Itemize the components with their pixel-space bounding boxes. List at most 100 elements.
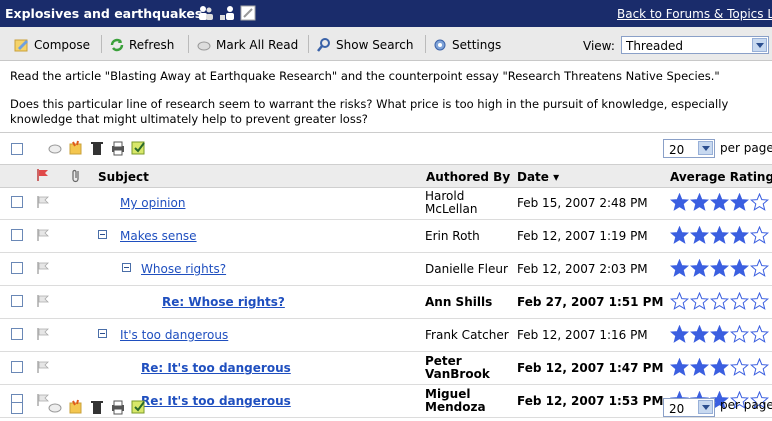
chevron-down-icon[interactable] <box>698 141 713 155</box>
delete-icon[interactable] <box>88 140 106 156</box>
chevron-down-icon[interactable] <box>698 400 713 414</box>
post-subject-link[interactable]: My opinion <box>120 196 185 210</box>
subscribe-icon[interactable] <box>218 4 236 22</box>
star-icon <box>750 292 769 310</box>
flag-icon[interactable] <box>36 294 50 308</box>
column-subject[interactable]: Subject <box>98 170 149 184</box>
select-all-checkbox-bottom[interactable] <box>11 402 23 414</box>
row-checkbox[interactable] <box>11 328 23 340</box>
per-page-label: per page <box>720 398 772 412</box>
post-author: Ann Shills <box>425 288 515 316</box>
delete-icon[interactable] <box>88 399 106 415</box>
star-icon <box>710 259 729 277</box>
per-page-select-bottom[interactable]: 20 <box>663 398 715 417</box>
search-icon <box>317 38 330 52</box>
new-post-icon[interactable] <box>67 140 85 156</box>
row-checkbox[interactable] <box>11 229 23 241</box>
star-icon <box>670 325 689 343</box>
refresh-icon <box>110 38 124 52</box>
mark-all-read-button[interactable]: Mark All Read <box>196 36 298 54</box>
post-subject-link[interactable]: Re: It's too dangerous <box>141 361 291 375</box>
collapse-thread-icon[interactable] <box>122 263 131 272</box>
flag-icon[interactable] <box>36 360 50 374</box>
star-icon <box>670 358 689 376</box>
collapse-thread-icon[interactable] <box>98 230 107 239</box>
star-icon <box>690 259 709 277</box>
rating-stars <box>670 226 769 244</box>
post-subject-link[interactable]: Makes sense <box>120 229 197 243</box>
table-row[interactable]: Re: It's too dangerous Peter VanBrook Feb … <box>0 351 772 385</box>
compose-icon <box>14 39 28 52</box>
flag-icon[interactable] <box>36 228 50 242</box>
post-subject-link[interactable]: It's too dangerous <box>120 328 228 342</box>
mark-read-icon[interactable] <box>46 140 64 156</box>
post-author-name: Ann Shills <box>425 294 493 309</box>
star-icon <box>670 226 689 244</box>
table-row[interactable]: It's too dangerous Frank Catcher Feb 12, 2… <box>0 318 772 352</box>
flag-icon[interactable] <box>36 327 50 341</box>
back-to-forums-link[interactable]: Back to Forums & Topics Lis <box>617 7 772 21</box>
settings-icon <box>434 39 446 51</box>
per-page-select[interactable]: 20 <box>663 139 715 158</box>
show-search-label: Show Search <box>336 38 414 52</box>
post-author-name: Harold McLellan <box>425 189 478 216</box>
settings-button[interactable]: Settings <box>432 36 501 54</box>
table-row[interactable]: My opinion Harold McLellan Feb 15, 2007 2:… <box>0 186 772 220</box>
flag-icon[interactable] <box>36 168 50 182</box>
star-icon <box>730 292 749 310</box>
post-author-name: Danielle Fleur <box>425 261 508 276</box>
view-select[interactable]: Threaded <box>621 36 769 54</box>
collapse-thread-icon[interactable] <box>98 329 107 338</box>
star-icon <box>690 193 709 211</box>
bottom-action-bar: 20 per page <box>0 394 772 420</box>
star-icon <box>670 193 689 211</box>
table-row[interactable]: Re: Whose rights? Ann Shills Feb 27, 2007 … <box>0 285 772 319</box>
print-icon[interactable] <box>109 399 127 415</box>
row-checkbox[interactable] <box>11 295 23 307</box>
post-author: Harold McLellan <box>425 189 515 217</box>
chevron-down-icon[interactable] <box>752 38 767 52</box>
table-header: Subject Authored By Date ▾ Average Ratin… <box>0 164 772 188</box>
select-all-checkbox[interactable] <box>11 143 23 155</box>
flag-icon[interactable] <box>36 195 50 209</box>
new-post-icon[interactable] <box>67 399 85 415</box>
column-average-rating[interactable]: Average Rating <box>670 170 772 184</box>
grade-icon[interactable] <box>130 140 148 156</box>
post-subject-link[interactable]: Re: Whose rights? <box>162 295 285 309</box>
view-select-value: Threaded <box>626 39 683 53</box>
post-subject-link[interactable]: Whose rights? <box>141 262 226 276</box>
refresh-button[interactable]: Refresh <box>109 36 174 54</box>
attachment-icon[interactable] <box>70 168 82 183</box>
per-page-value: 20 <box>669 143 685 157</box>
post-author-name: Frank Catcher <box>425 327 509 342</box>
post-author: Frank Catcher <box>425 321 515 349</box>
people-icon[interactable] <box>197 4 215 22</box>
star-icon <box>750 325 769 343</box>
column-date[interactable]: Date ▾ <box>517 170 559 184</box>
column-authored-by[interactable]: Authored By <box>426 170 510 184</box>
star-icon <box>690 325 709 343</box>
show-search-button[interactable]: Show Search <box>316 36 413 54</box>
mark-all-read-label: Mark All Read <box>216 38 299 52</box>
row-checkbox[interactable] <box>11 262 23 274</box>
rating-stars <box>670 292 769 310</box>
edit-icon[interactable] <box>239 4 257 22</box>
table-row[interactable]: Makes sense Erin Roth Feb 12, 2007 1:19 PM <box>0 219 772 253</box>
post-date: Feb 12, 2007 1:47 PM <box>517 361 664 375</box>
table-row[interactable]: Whose rights? Danielle Fleur Feb 12, 2007 … <box>0 252 772 286</box>
post-author-name: Erin Roth <box>425 228 480 243</box>
mark-read-icon[interactable] <box>46 399 64 415</box>
row-checkbox[interactable] <box>11 196 23 208</box>
row-checkbox[interactable] <box>11 361 23 373</box>
grade-icon[interactable] <box>130 399 148 415</box>
print-icon[interactable] <box>109 140 127 156</box>
post-author: Erin Roth <box>425 222 515 250</box>
compose-button[interactable]: Compose <box>14 36 90 54</box>
post-date: Feb 12, 2007 1:19 PM <box>517 229 648 243</box>
star-icon <box>710 226 729 244</box>
star-icon <box>710 325 729 343</box>
star-icon <box>730 193 749 211</box>
star-icon <box>670 292 689 310</box>
flag-icon[interactable] <box>36 261 50 275</box>
star-icon <box>730 259 749 277</box>
